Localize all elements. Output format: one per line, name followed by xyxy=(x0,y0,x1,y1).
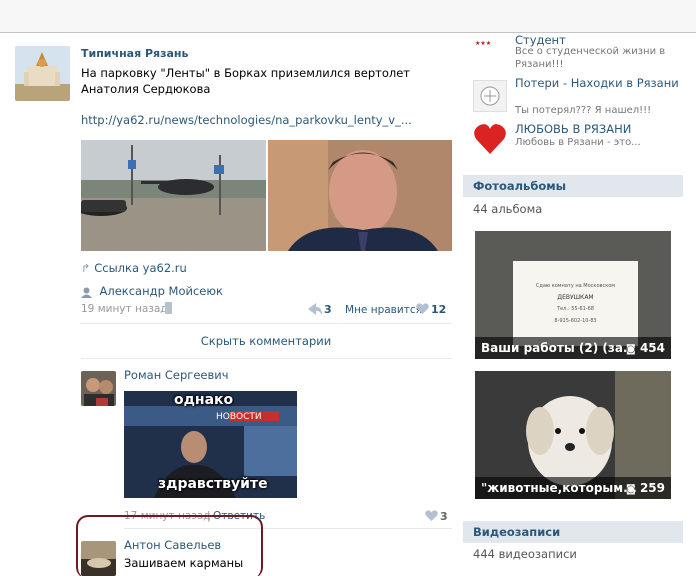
group-description: Ты потерял??? Я нашел!!! xyxy=(515,105,652,116)
lost-found-logo-icon xyxy=(472,79,508,115)
highlight-circle xyxy=(76,515,263,576)
album-title: Ваши работы (2) (за.. xyxy=(481,341,633,355)
divider xyxy=(81,358,452,359)
videos-header[interactable]: Видеозаписи xyxy=(463,521,683,543)
notice-line: ДЕВУШКАМ xyxy=(557,294,594,301)
notice-line: Сдаю комнату на Московском xyxy=(535,283,616,289)
source-link-row[interactable]: ↱ Ссылка ya62.ru xyxy=(81,261,187,275)
post-time[interactable]: 19 минут назад xyxy=(81,303,168,315)
svg-text:★★★: ★★★ xyxy=(475,40,491,47)
comment-like-count[interactable]: 3 xyxy=(440,510,448,523)
comment-author[interactable]: Роман Сергеевич xyxy=(124,368,229,382)
group-description: Все о студенческой жизни в Рязани!!! xyxy=(515,46,666,70)
student-logo-icon: ★★★ xyxy=(473,33,509,56)
heart-icon[interactable] xyxy=(425,510,438,525)
album-count-value: 454 xyxy=(639,341,665,355)
post-photo-helicopter[interactable] xyxy=(81,140,266,251)
hide-comments-button[interactable]: Скрыть комментарии xyxy=(0,334,532,348)
group-item-lost-found[interactable]: Потери - Находки в Рязани Ты потерял??? … xyxy=(472,76,688,116)
wall-post: Типичная Рязань На парковку "Ленты" в Бо… xyxy=(0,33,460,576)
sidebar: ★★★ Студент Все о студенческой жизни в Р… xyxy=(463,33,696,576)
album-caption: "животные,которым... ◙ 259 xyxy=(475,477,671,499)
group-name[interactable]: Потери - Находки в Рязани xyxy=(515,76,679,90)
browser-top-bar xyxy=(0,0,696,33)
portrait-picture xyxy=(268,140,452,251)
source-link[interactable]: Ссылка ya62.ru xyxy=(94,261,187,275)
album-count-value: 259 xyxy=(639,481,665,495)
repost-icon[interactable] xyxy=(308,303,322,318)
helicopter-picture xyxy=(81,140,266,251)
comment-gif[interactable]: однако НОВОСТИ здравствуйте xyxy=(124,391,297,498)
album-count: ◙ 454 xyxy=(626,337,665,359)
camera-icon: ◙ xyxy=(626,484,636,495)
post-author[interactable]: Типичная Рязань xyxy=(81,47,188,60)
group-avatar[interactable] xyxy=(15,46,70,101)
signer-name[interactable]: Александр Мойсеюк xyxy=(100,284,224,298)
link-arrow-icon: ↱ xyxy=(81,262,91,275)
group-item-love[interactable]: ЛЮБОВЬ В РЯЗАНИ Любовь в Рязани - это... xyxy=(473,122,688,158)
post-photo-portrait[interactable] xyxy=(268,140,452,251)
divider xyxy=(81,323,452,324)
notice-line: Тел.: 55-61-68 xyxy=(557,306,594,312)
repost-count[interactable]: 3 xyxy=(324,303,332,316)
user-icon xyxy=(81,285,96,298)
mobile-icon xyxy=(164,302,173,317)
post-external-link[interactable]: http://ya62.ru/news/technologies/na_park… xyxy=(81,113,412,127)
album-title: "животные,которым... xyxy=(481,481,637,495)
gif-top-text: однако xyxy=(174,392,234,408)
album-count: ◙ 259 xyxy=(626,477,665,499)
like-count[interactable]: 12 xyxy=(431,303,446,316)
album-caption: Ваши работы (2) (за.. ◙ 454 xyxy=(475,337,671,359)
album-card[interactable]: "животные,которым... ◙ 259 xyxy=(475,371,671,499)
videos-count[interactable]: 444 видеозаписи xyxy=(473,547,577,561)
camera-icon: ◙ xyxy=(626,344,636,355)
group-description: Любовь в Рязани - это... xyxy=(515,137,641,148)
group-name[interactable]: ЛЮБОВЬ В РЯЗАНИ xyxy=(515,122,631,136)
photo-albums-count[interactable]: 44 альбома xyxy=(473,202,542,216)
signer-row[interactable]: Александр Мойсеюк xyxy=(81,284,223,298)
love-logo-icon xyxy=(473,122,507,159)
group-item-student[interactable]: ★★★ Студент Все о студенческой жизни в Р… xyxy=(473,33,688,70)
comment-avatar[interactable] xyxy=(81,371,116,406)
gif-news-band: НОВОСТИ xyxy=(216,412,262,422)
notice-line: 8-915-602-10-83 xyxy=(554,318,597,324)
photo-albums-header[interactable]: Фотоальбомы xyxy=(463,175,683,197)
like-label[interactable]: Мне нравится xyxy=(345,304,422,316)
commenter-photo xyxy=(81,371,116,406)
post-text: На парковку "Ленты" в Борках приземлился… xyxy=(81,66,410,96)
gif-bottom-text: здравствуйте xyxy=(158,476,268,492)
album-card[interactable]: Сдаю комнату на Московском ДЕВУШКАМ Тел.… xyxy=(475,231,671,359)
church-picture xyxy=(15,46,70,101)
heart-icon[interactable] xyxy=(416,303,429,318)
